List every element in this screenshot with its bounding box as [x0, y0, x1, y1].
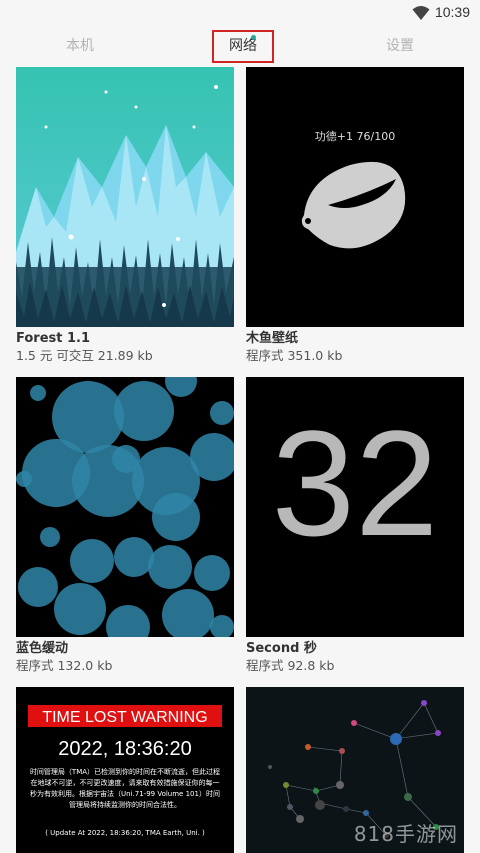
notification-dot — [251, 35, 256, 40]
wallpaper-thumbnail[interactable]: 32 — [246, 377, 464, 637]
wallpaper-card-second[interactable]: 32 Second 秒 程序式 92.8 kb — [246, 377, 464, 674]
warning-footer: ( Update At 2022, 18:36:20, TMA Earth, U… — [45, 829, 205, 837]
wallpaper-card-blue-ease[interactable]: 蓝色缓动 程序式 132.0 kb — [16, 377, 234, 674]
forest-illustration — [16, 67, 234, 327]
wallpaper-thumbnail[interactable] — [16, 67, 234, 327]
watermark-text: 818手游网 — [353, 822, 458, 846]
bubbles-illustration — [16, 377, 234, 637]
status-time: 10:39 — [434, 4, 470, 20]
warning-datetime: 2022, 18:36:20 — [58, 738, 191, 760]
second-illustration: 32 — [246, 377, 464, 637]
wallpaper-thumbnail[interactable] — [16, 377, 234, 637]
wallpaper-thumbnail[interactable]: 818手游网 — [246, 687, 464, 853]
wallpaper-title: 蓝色缓动 — [16, 641, 69, 656]
merit-counter: 功德+1 76/100 — [315, 129, 395, 143]
wallpaper-card-forest[interactable]: Forest 1.1 1.5 元 可交互 21.89 kb — [16, 67, 234, 364]
wallpaper-title: Second 秒 — [246, 641, 317, 656]
wallpaper-meta: 1.5 元 可交互 21.89 kb — [16, 348, 153, 363]
wooden-fish-illustration: 功德+1 76/100 — [246, 67, 464, 327]
second-counter: 32 — [272, 399, 439, 567]
tab-settings[interactable]: 设置 — [360, 26, 440, 66]
wallpaper-title: 木鱼壁纸 — [246, 331, 299, 346]
warning-body: 时间管理局（TMA）已检测到你的时间在不断流逝，但此过程在地球不可逆，不可更改速… — [29, 768, 221, 809]
wallpaper-thumbnail[interactable]: TIME LOST WARNING 2022, 18:36:20 时间管理局（T… — [16, 687, 234, 853]
wallpaper-card-constellation[interactable]: 818手游网 — [246, 687, 464, 853]
warning-banner: TIME LOST WARNING — [42, 709, 207, 726]
wallpaper-meta: 程序式 92.8 kb — [246, 658, 335, 673]
wallpaper-card-wooden-fish[interactable]: 功德+1 76/100 木鱼壁纸 程序式 351.0 kb — [246, 67, 464, 364]
tab-local[interactable]: 本机 — [40, 26, 120, 66]
wifi-icon — [412, 6, 430, 20]
tab-network-highlight — [212, 30, 274, 63]
wallpaper-title: Forest 1.1 — [16, 331, 91, 346]
wallpaper-thumbnail[interactable]: 功德+1 76/100 — [246, 67, 464, 327]
time-warning-illustration: TIME LOST WARNING 2022, 18:36:20 时间管理局（T… — [16, 687, 234, 853]
status-bar: 10:39 — [0, 0, 480, 26]
wallpaper-meta: 程序式 132.0 kb — [16, 658, 113, 673]
wallpaper-card-time-warning[interactable]: TIME LOST WARNING 2022, 18:36:20 时间管理局（T… — [16, 687, 234, 853]
wallpaper-meta: 程序式 351.0 kb — [246, 348, 343, 363]
